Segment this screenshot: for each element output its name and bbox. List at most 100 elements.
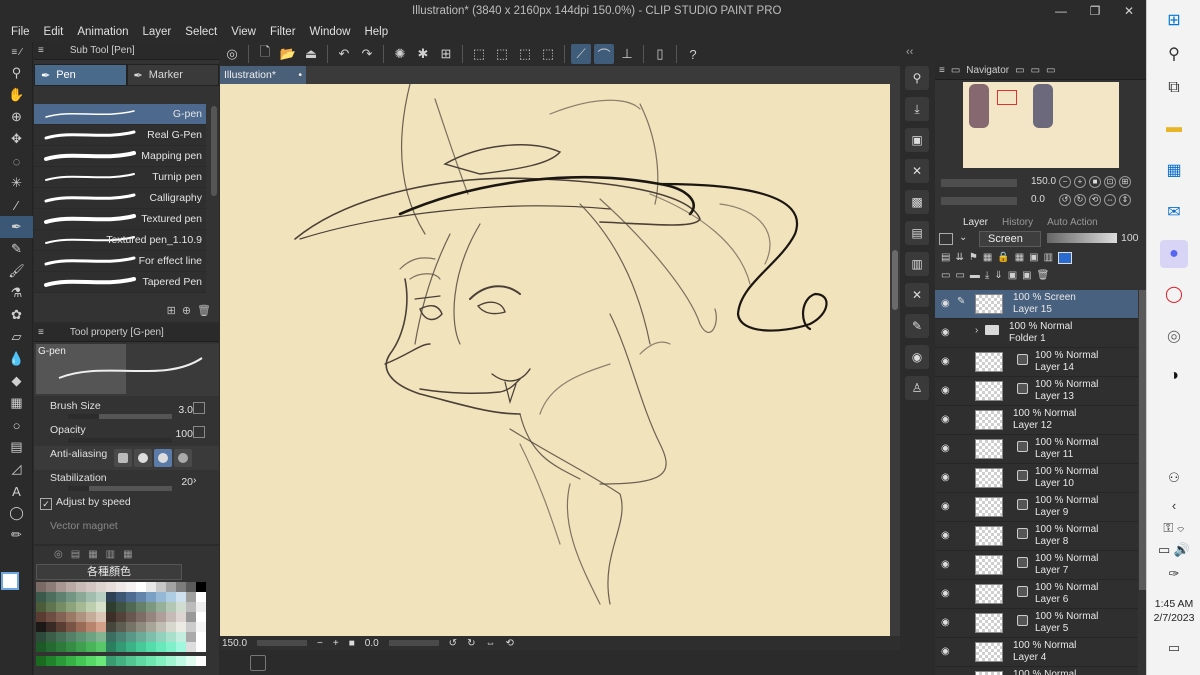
- eye-icon[interactable]: ◉: [941, 385, 951, 396]
- zoom-in-icon[interactable]: +: [333, 638, 339, 649]
- mask-enable-icon[interactable]: ▣: [1029, 252, 1038, 268]
- color-swatch[interactable]: [36, 642, 46, 652]
- decoration-tool-icon[interactable]: ✿: [0, 304, 33, 326]
- close-panel-icon[interactable]: ✕: [905, 159, 929, 183]
- gradient-tool-icon[interactable]: ▦: [0, 392, 33, 414]
- color-swatch[interactable]: [156, 582, 166, 592]
- canvas-scroll-thumb[interactable]: [892, 250, 898, 310]
- color-swatch[interactable]: [176, 582, 186, 592]
- color-swatch[interactable]: [196, 656, 206, 666]
- lock-transparency-icon[interactable]: ▦: [1015, 252, 1024, 268]
- color-swatch[interactable]: [56, 592, 66, 602]
- hand-tool-icon[interactable]: ✋: [0, 84, 33, 106]
- color-swatch[interactable]: [56, 582, 66, 592]
- color-swatch[interactable]: [166, 622, 176, 632]
- move-layer-icon[interactable]: ✥: [0, 128, 33, 150]
- figure-tool-icon[interactable]: ○: [0, 414, 33, 436]
- flip-vertical-icon[interactable]: ⇕: [1119, 194, 1131, 206]
- antialias-medium-icon[interactable]: [154, 449, 172, 467]
- opacity-value[interactable]: 100: [175, 428, 193, 440]
- drawing-canvas[interactable]: [220, 84, 890, 636]
- menu-window[interactable]: Window: [310, 26, 351, 38]
- draft-layer-icon[interactable]: ▦: [983, 252, 992, 268]
- color-swatch[interactable]: [106, 612, 116, 622]
- zoom-value[interactable]: 150.0: [222, 638, 247, 649]
- blend-mode-select[interactable]: Screen: [979, 231, 1041, 247]
- layer-property-icon[interactable]: [939, 233, 953, 245]
- toggle-display-icon[interactable]: ▤: [941, 252, 950, 268]
- color-swatch[interactable]: [176, 642, 186, 652]
- eye-icon[interactable]: ◉: [941, 646, 951, 657]
- operation-tool-icon[interactable]: ⊕: [0, 106, 33, 128]
- color-swatch[interactable]: [146, 642, 156, 652]
- approximate-color-tab-icon[interactable]: ▦: [123, 549, 132, 560]
- color-swatch[interactable]: [166, 656, 176, 666]
- color-swatch[interactable]: [96, 632, 106, 642]
- document-tab[interactable]: Illustration* •: [220, 66, 306, 84]
- color-swatch[interactable]: [106, 592, 116, 602]
- color-swatch[interactable]: [186, 592, 196, 602]
- new-raster-layer-icon[interactable]: ▭: [941, 270, 950, 286]
- canvas-layout-icon[interactable]: [250, 655, 266, 671]
- color-swatch[interactable]: [86, 632, 96, 642]
- color-swatch[interactable]: [186, 622, 196, 632]
- color-swatch[interactable]: [106, 582, 116, 592]
- subtool-item[interactable]: Textured pen: [34, 209, 206, 230]
- eye-icon[interactable]: ◉: [941, 356, 951, 367]
- cancel-icon[interactable]: ✕: [905, 283, 929, 307]
- rotate-left-icon[interactable]: ↺: [449, 638, 457, 649]
- color-swatch[interactable]: [46, 622, 56, 632]
- navigator-view-rect[interactable]: [997, 90, 1017, 105]
- pose-icon[interactable]: ♙: [905, 376, 929, 400]
- color-swatch[interactable]: [186, 582, 196, 592]
- antialias-weak-icon[interactable]: [134, 449, 152, 467]
- layer-row[interactable]: ◉ ✎ 100 % Screen Layer 15: [935, 290, 1138, 319]
- layer-row[interactable]: ◉ 100 % Normal Layer 14: [935, 348, 1138, 377]
- snap-special-ruler-icon[interactable]: ⌒: [594, 44, 614, 64]
- microsoft-store-icon[interactable]: ▦: [1160, 156, 1188, 184]
- panel-menu-icon[interactable]: ≡: [38, 327, 44, 338]
- new-file-icon[interactable]: 🗋: [255, 44, 275, 64]
- stabilization-dropdown-icon[interactable]: ›: [193, 474, 205, 486]
- fill-tool-icon[interactable]: ◆: [0, 370, 33, 392]
- menu-help[interactable]: Help: [364, 26, 388, 38]
- color-swatch[interactable]: [66, 632, 76, 642]
- color-swatch[interactable]: [186, 642, 196, 652]
- tab-marker[interactable]: ✒ Marker: [126, 64, 219, 86]
- new-vector-layer-icon[interactable]: ▭: [955, 270, 964, 286]
- eye-icon[interactable]: ◉: [941, 414, 951, 425]
- color-swatch[interactable]: [76, 602, 86, 612]
- color-swatch[interactable]: [46, 592, 56, 602]
- color-swatch[interactable]: [196, 642, 206, 652]
- navigator-preview[interactable]: [963, 82, 1119, 168]
- invert-selection-icon[interactable]: ⬚: [515, 44, 535, 64]
- deselect-icon[interactable]: ⬚: [469, 44, 489, 64]
- texture-icon[interactable]: ▩: [905, 190, 929, 214]
- menu-filter[interactable]: Filter: [270, 26, 296, 38]
- mail-icon[interactable]: ✉: [1160, 198, 1188, 226]
- snap-ruler-icon[interactable]: ⟋: [571, 44, 591, 64]
- flip-horizontal-icon[interactable]: ⇔: [1104, 194, 1116, 206]
- color-swatch[interactable]: [196, 632, 206, 642]
- color-swatch[interactable]: [96, 602, 106, 612]
- search-icon[interactable]: ⚲: [905, 66, 929, 90]
- tab-layer[interactable]: Layer: [957, 217, 994, 228]
- color-set-select[interactable]: 各種顏色: [36, 564, 182, 580]
- rotate-left-icon[interactable]: ↺: [1059, 194, 1071, 206]
- zoom-out-icon[interactable]: −: [1059, 176, 1071, 188]
- color-swatch[interactable]: [146, 582, 156, 592]
- navigator-rotation-slider[interactable]: [941, 197, 1017, 205]
- layer-row[interactable]: ◉ 100 % Normal Layer 13: [935, 377, 1138, 406]
- canvas-vertical-scrollbar[interactable]: [892, 90, 898, 610]
- color-swatch[interactable]: [116, 642, 126, 652]
- eye-icon[interactable]: ◉: [941, 530, 951, 541]
- color-swatch[interactable]: [186, 602, 196, 612]
- zoom-fit-icon[interactable]: ■: [349, 638, 355, 649]
- eye-icon[interactable]: ◉: [941, 501, 951, 512]
- layer-row[interactable]: ◉ 100 % Normal Layer 4: [935, 638, 1138, 667]
- eye-icon[interactable]: ◉: [941, 298, 951, 309]
- clip-studio-paint-taskbar-icon[interactable]: ◑: [1160, 362, 1188, 390]
- adjust-speed-checkbox[interactable]: ✓: [40, 498, 52, 510]
- show-hidden-icons-icon[interactable]: ‹: [1147, 498, 1200, 513]
- color-swatch[interactable]: [46, 582, 56, 592]
